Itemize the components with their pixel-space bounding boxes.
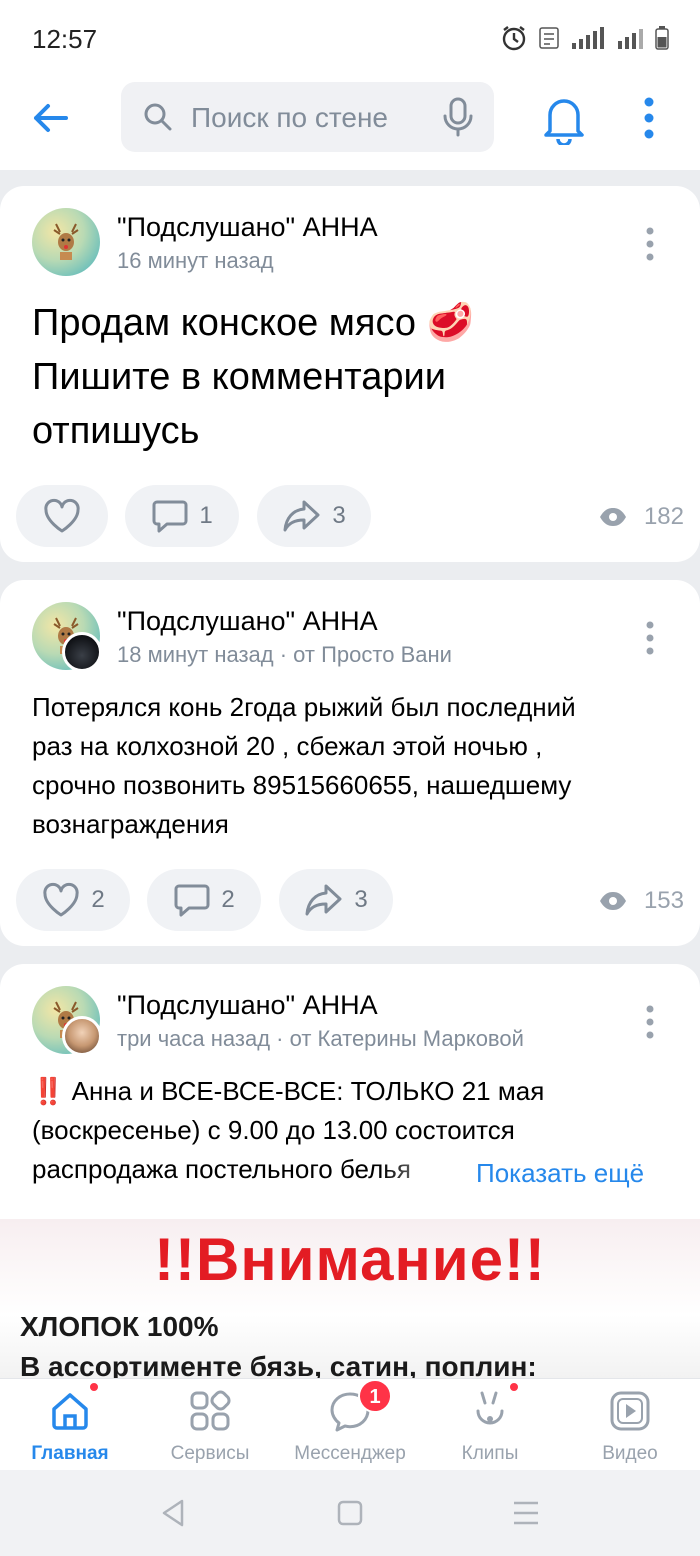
heart-icon (43, 882, 79, 917)
tab-label: Сервисы (170, 1443, 250, 1464)
post-author[interactable]: "Подслушано" АННА (117, 606, 378, 637)
post-card: "Подслушано" АННА 16 минут назад Продам … (0, 186, 700, 562)
clips-notification-dot (508, 1381, 520, 1393)
video-icon (610, 1391, 650, 1431)
status-time: 12:57 (32, 24, 98, 54)
group-avatar[interactable] (32, 208, 100, 276)
tab-label: Клипы (461, 1443, 519, 1464)
wall-search-field[interactable]: Поиск по стене (121, 82, 494, 152)
services-icon (190, 1390, 231, 1431)
like-button[interactable] (16, 485, 108, 547)
alarm-icon (502, 26, 526, 51)
views-count: 153 (643, 887, 684, 914)
tab-label: Видео (602, 1443, 658, 1464)
nav-home-icon[interactable] (337, 1500, 363, 1526)
share-icon (305, 884, 342, 916)
tab-video[interactable]: Видео (560, 1379, 700, 1471)
tab-label: Мессенджер (294, 1443, 406, 1464)
show-more-link[interactable]: Показать ещё (476, 1154, 644, 1193)
top-bar: Поиск по стене (0, 76, 700, 170)
more-icon[interactable] (642, 96, 656, 140)
tab-label: Главная (31, 1443, 109, 1464)
author-avatar[interactable] (62, 632, 102, 672)
image-line-1: ХЛОПОК 100% (20, 1311, 219, 1342)
post-card: "Подслушано" АННА 18 минут назад · от Пр… (0, 580, 700, 946)
share-button[interactable]: 3 (257, 485, 371, 547)
post-menu-icon[interactable] (644, 226, 656, 262)
search-placeholder: Поиск по стене (191, 102, 388, 133)
tab-services[interactable]: Сервисы (140, 1379, 280, 1471)
post-author[interactable]: "Подслушано" АННА (117, 212, 378, 243)
image-title: !!Внимание!! (154, 1226, 546, 1293)
post-image[interactable]: !!Внимание!! ХЛОПОК 100% В ассортименте … (0, 1219, 700, 1379)
post-menu-icon[interactable] (644, 620, 656, 656)
signal-icon (572, 27, 604, 49)
comment-button[interactable]: 2 (147, 869, 261, 931)
heart-icon (44, 498, 80, 533)
deer-logo-icon (53, 223, 79, 260)
share-icon (283, 500, 320, 532)
home-icon (52, 1393, 88, 1430)
comment-button[interactable]: 1 (125, 485, 239, 547)
eye-icon (599, 892, 626, 910)
home-notification-dot (88, 1381, 100, 1393)
post-time: 16 минут назад (117, 248, 274, 273)
views-count: 182 (643, 503, 684, 530)
comment-count: 2 (221, 886, 235, 913)
messenger-badge: 1 (358, 1379, 392, 1413)
like-button[interactable]: 2 (16, 869, 130, 931)
volte-icon (539, 27, 559, 49)
post-time: три часа назад · от Катерины Марковой (117, 1026, 524, 1051)
bell-icon[interactable] (540, 93, 588, 145)
bottom-tab-bar: Главная Сервисы 1 Мессенджер Клипы Видео (0, 1378, 700, 1470)
post-menu-icon[interactable] (644, 1004, 656, 1040)
nav-back-icon[interactable] (160, 1498, 186, 1528)
views-counter: 182 (598, 503, 684, 531)
post-text: Продам конское мясо 🥩 Пишите в комментар… (32, 302, 474, 452)
share-count: 3 (354, 886, 368, 913)
post-text: Потерялся конь 2года рыжий был последний… (32, 692, 576, 839)
comment-count: 1 (199, 502, 213, 529)
post-time: 18 минут назад · от Просто Вани (117, 642, 452, 667)
clips-icon (476, 1391, 504, 1425)
status-bar: 12:57 (0, 0, 700, 76)
share-button[interactable]: 3 (279, 869, 393, 931)
like-count: 2 (91, 886, 105, 913)
tab-clips[interactable]: Клипы (420, 1379, 560, 1471)
back-arrow-icon[interactable] (28, 96, 72, 140)
image-line-2: В ассортименте бязь, сатин, поплин: (20, 1351, 537, 1379)
system-nav-bar (0, 1470, 700, 1556)
tab-home[interactable]: Главная (0, 1379, 140, 1471)
tab-messenger[interactable]: 1 Мессенджер (280, 1379, 420, 1471)
comment-icon (174, 884, 210, 917)
eye-icon (599, 508, 626, 526)
nav-recents-icon[interactable] (512, 1500, 540, 1526)
status-icons (500, 24, 670, 52)
views-counter: 153 (598, 887, 684, 915)
author-avatar[interactable] (62, 1016, 102, 1056)
share-count: 3 (332, 502, 346, 529)
comment-icon (152, 500, 188, 533)
post-author[interactable]: "Подслушано" АННА (117, 990, 378, 1021)
signal-2-icon (618, 29, 643, 49)
text-fade (380, 1150, 470, 1190)
microphone-icon[interactable] (442, 96, 474, 138)
battery-icon (655, 26, 669, 50)
search-icon (144, 103, 172, 131)
